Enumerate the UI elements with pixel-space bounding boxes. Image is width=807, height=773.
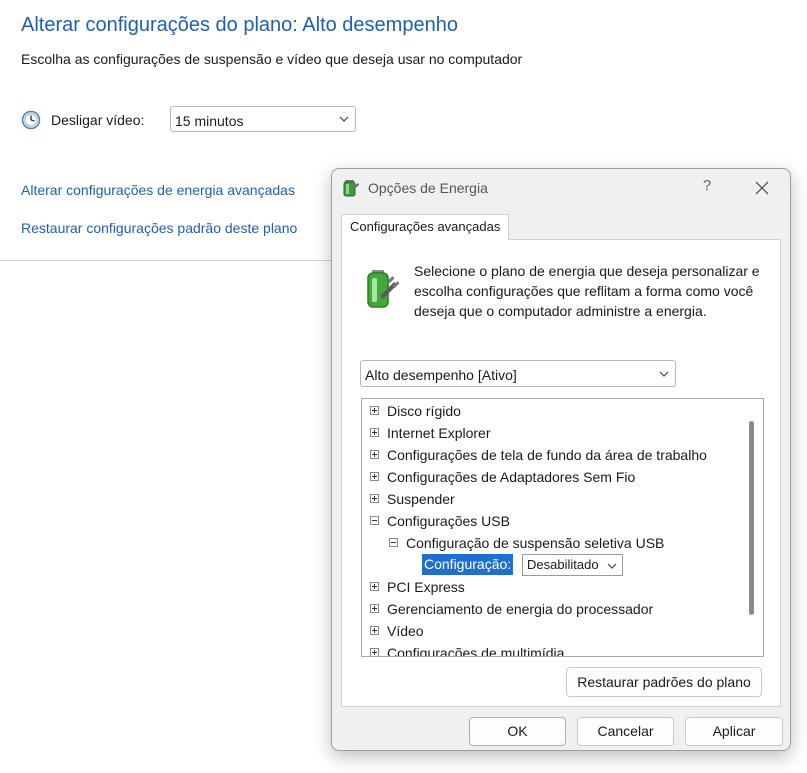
tree-item-label: Suspender [387, 491, 455, 507]
intro-text: Selecione o plano de energia que deseja … [414, 263, 760, 319]
expand-icon[interactable] [370, 582, 379, 591]
display-off-value: 15 minutos [175, 113, 244, 129]
tree-item-processor-power[interactable]: Gerenciamento de energia do processador [370, 598, 653, 620]
tree-item-usb-settings[interactable]: Configurações USB [370, 510, 510, 532]
tree-item-label: Disco rígido [387, 403, 461, 419]
expand-icon[interactable] [370, 450, 379, 459]
battery-plug-icon [367, 270, 400, 308]
divider [0, 260, 331, 261]
tree-item-label: Gerenciamento de energia do processador [387, 601, 654, 617]
tree-item-video[interactable]: Vídeo [370, 620, 424, 642]
collapse-icon[interactable] [389, 538, 398, 547]
monitor-clock-icon [21, 110, 41, 130]
tree-item-label: Configurações de multimídia [387, 645, 565, 657]
setting-value-select[interactable]: Desabilitado [522, 554, 623, 576]
cancel-button[interactable]: Cancelar [577, 717, 674, 746]
tree-item-wireless-adapter[interactable]: Configurações de Adaptadores Sem Fio [370, 466, 635, 488]
tree-item-setting[interactable]: Configuração: Desabilitado [362, 553, 662, 576]
tab-panel: Selecione o plano de energia que deseja … [341, 239, 781, 707]
chevron-down-icon [659, 371, 669, 377]
chevron-down-icon [339, 116, 349, 122]
tree-item-label: Configurações de Adaptadores Sem Fio [387, 469, 636, 485]
help-button[interactable]: ? [695, 177, 719, 199]
scrollbar-thumb[interactable] [749, 421, 754, 615]
tree-item-sleep[interactable]: Suspender [370, 488, 455, 510]
tree-item-pci-express[interactable]: PCI Express [370, 576, 465, 598]
expand-icon[interactable] [370, 494, 379, 503]
close-icon[interactable] [750, 177, 774, 199]
tree-item-label: Configuração de suspensão seletiva USB [406, 535, 665, 551]
display-off-select[interactable]: 15 minutos [170, 106, 356, 132]
tab-advanced-settings[interactable]: Configurações avançadas [341, 214, 510, 240]
expand-icon[interactable] [370, 604, 379, 613]
tree-item-label: Internet Explorer [387, 425, 491, 441]
tree-item-multimedia[interactable]: Configurações de multimídia [370, 642, 565, 657]
page-subtitle: Escolha as configurações de suspensão e … [21, 51, 523, 67]
power-options-dialog: Opções de Energia ? Configurações avança… [331, 168, 791, 751]
expand-icon[interactable] [370, 648, 379, 656]
apply-button[interactable]: Aplicar [685, 717, 783, 746]
tree-item-internet-explorer[interactable]: Internet Explorer [370, 422, 491, 444]
expand-icon[interactable] [370, 626, 379, 635]
expand-icon[interactable] [370, 472, 379, 481]
restore-defaults-link[interactable]: Restaurar configurações padrão deste pla… [21, 220, 297, 236]
expand-icon[interactable] [370, 428, 379, 437]
tree-item-label: Configurações USB [387, 513, 510, 529]
tree-item-label: PCI Express [387, 579, 465, 595]
expand-icon[interactable] [370, 406, 379, 415]
power-options-icon [343, 180, 359, 197]
ok-button[interactable]: OK [469, 717, 566, 746]
collapse-icon[interactable] [370, 516, 379, 525]
tree-item-desktop-background[interactable]: Configurações de tela de fundo da área d… [370, 444, 707, 466]
tree-item-hard-disk[interactable]: Disco rígido [370, 400, 461, 422]
display-off-label: Desligar vídeo: [51, 112, 145, 128]
tree-item-label: Configurações de tela de fundo da área d… [387, 447, 707, 463]
chevron-down-icon [607, 563, 617, 569]
tree-item-usb-selective-suspend[interactable]: Configuração de suspensão seletiva USB [389, 532, 664, 554]
plan-select-value: Alto desempenho [Ativo] [365, 367, 517, 383]
settings-tree[interactable]: Disco rígido Internet Explorer Configura… [361, 398, 764, 657]
advanced-settings-link[interactable]: Alterar configurações de energia avançad… [21, 182, 295, 198]
tree-item-label: Vídeo [387, 623, 424, 639]
plan-select[interactable]: Alto desempenho [Ativo] [360, 360, 676, 387]
page-title: Alterar configurações do plano: Alto des… [21, 14, 458, 36]
setting-label: Configuração: [422, 554, 514, 575]
restore-plan-defaults-button[interactable]: Restaurar padrões do plano [566, 667, 762, 697]
setting-value: Desabilitado [527, 557, 599, 572]
dialog-title: Opções de Energia [368, 180, 488, 196]
